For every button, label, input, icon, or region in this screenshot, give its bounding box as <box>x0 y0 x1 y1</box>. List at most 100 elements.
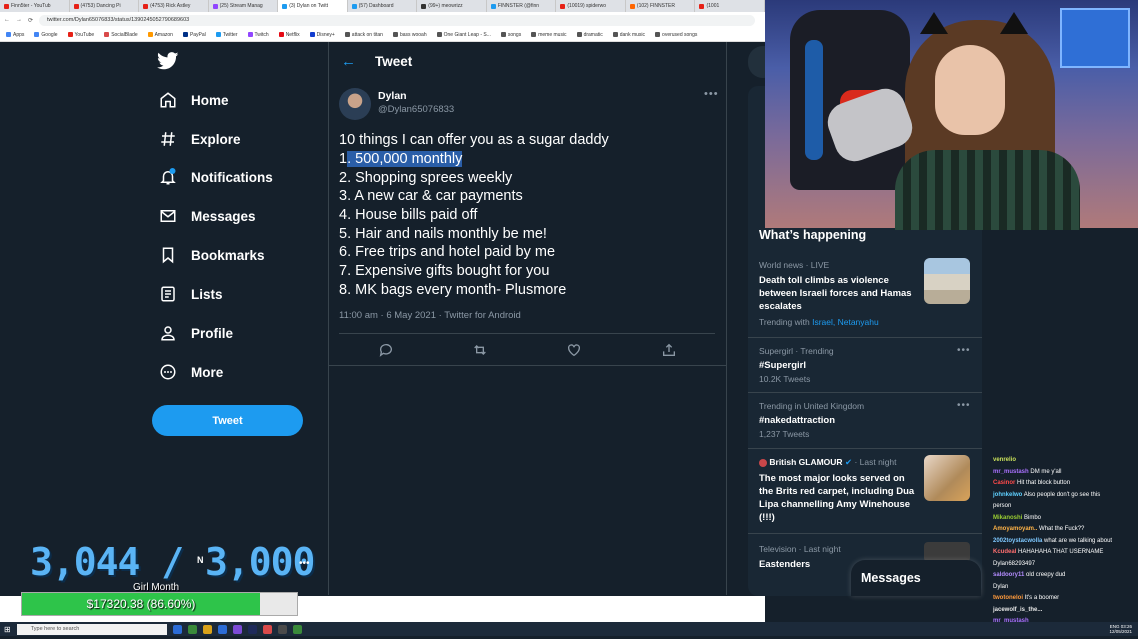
avatar[interactable] <box>339 88 371 120</box>
chat-username[interactable]: Kcudeal <box>993 549 1016 555</box>
sidebar-item-messages[interactable]: Messages <box>159 204 256 228</box>
author-name[interactable]: Dylan <box>378 90 407 102</box>
bookmark-item[interactable]: bass wooah <box>393 32 427 38</box>
sidebar-item-lists[interactable]: Lists <box>159 282 223 306</box>
retweet-icon[interactable] <box>472 342 488 358</box>
back-arrow-icon[interactable]: ← <box>4 17 10 23</box>
browser-tab[interactable]: (57) Dashboard <box>348 0 418 12</box>
twitter-bird-logo-icon[interactable] <box>157 52 179 70</box>
chat-username[interactable]: johnkelwo <box>993 492 1022 498</box>
author-handle[interactable]: @Dylan65076833 <box>378 104 454 115</box>
bookmark-item[interactable]: Apps <box>6 32 24 38</box>
chat-username[interactable]: Mikanoshi <box>993 515 1022 521</box>
chat-username[interactable]: venrelio <box>993 457 1016 463</box>
back-arrow-icon[interactable]: ← <box>341 53 357 69</box>
taskbar-app-icon[interactable] <box>263 625 272 634</box>
bookmark-item[interactable]: One Giant Leap - S... <box>437 32 491 38</box>
tab-favicon-icon <box>213 4 218 9</box>
bookmark-item[interactable]: songs <box>501 32 521 38</box>
browser-tab[interactable]: (4753) Dancing Pi <box>70 0 140 12</box>
tab-favicon-icon <box>560 4 565 9</box>
share-icon[interactable] <box>661 342 677 358</box>
taskbar-app-icon[interactable] <box>248 625 257 634</box>
taskbar-clock[interactable]: ENG 03:2612/05/2021 <box>1109 624 1132 634</box>
trend-link[interactable]: Israel, Netanyahu <box>812 317 879 327</box>
messages-drawer[interactable]: Messages <box>851 560 981 596</box>
taskbar-search-input[interactable]: Type here to search <box>17 624 167 635</box>
browser-tab[interactable]: (102) FINNSTER <box>626 0 696 12</box>
like-heart-icon[interactable] <box>566 342 582 358</box>
address-bar-row: ← → ⟳ twitter.com/Dylan65076833/status/1… <box>0 12 765 28</box>
sidebar-item-explore[interactable]: Explore <box>159 127 241 151</box>
bookmark-item[interactable]: Disney+ <box>310 32 335 38</box>
bookmark-favicon-icon <box>613 32 618 37</box>
bookmark-item[interactable]: dramatic <box>577 32 603 38</box>
chat-username[interactable]: jacewolf_is_the... <box>993 607 1042 613</box>
bookmark-item[interactable]: Amazon <box>148 32 173 38</box>
taskbar-app-icon[interactable] <box>188 625 197 634</box>
chat-username[interactable]: saldoory11 <box>993 572 1024 578</box>
bookmark-item[interactable]: Twitter <box>216 32 238 38</box>
taskbar-app-icon[interactable] <box>173 625 182 634</box>
bookmark-item[interactable]: PayPal <box>183 32 206 38</box>
bookmark-item[interactable]: dank music <box>613 32 645 38</box>
browser-tab[interactable]: (1001 <box>695 0 765 12</box>
browser-tab[interactable]: (25) Stream Manag <box>209 0 279 12</box>
trend-item[interactable]: World news · LIVE Death toll climbs as v… <box>759 260 919 327</box>
news-item[interactable]: British GLAMOUR ✔ · Last night The most … <box>759 457 919 524</box>
divider <box>339 333 715 334</box>
reply-icon[interactable] <box>378 342 394 358</box>
chat-username[interactable]: Amoyamoyam.. <box>993 526 1037 532</box>
bookmark-item[interactable]: overused songs <box>655 32 697 38</box>
chat-username[interactable]: 2002toystacwolla <box>993 538 1042 544</box>
taskbar-app-icon[interactable] <box>233 625 242 634</box>
bookmark-item[interactable]: meme music <box>531 32 566 38</box>
reload-icon[interactable]: ⟳ <box>28 17 33 24</box>
browser-tab-bar: Finn5ter - YouTub(4753) Dancing Pi(4753)… <box>0 0 765 12</box>
bookmark-item[interactable]: attack on titan <box>345 32 383 38</box>
sidebar-item-bookmarks[interactable]: Bookmarks <box>159 243 265 267</box>
tab-favicon-icon <box>421 4 426 9</box>
sidebar-item-home[interactable]: Home <box>159 88 229 112</box>
more-options-icon[interactable]: ••• <box>704 88 719 100</box>
news-thumbnail-image[interactable] <box>924 258 970 304</box>
forward-arrow-icon[interactable]: → <box>16 17 22 23</box>
tweet-line: 8. MK bags every month- Plusmore <box>339 282 566 298</box>
bookmark-item[interactable]: Google <box>34 32 57 38</box>
browser-tab[interactable]: (99+) meowrizz <box>417 0 487 12</box>
sidebar-item-more[interactable]: More <box>159 360 223 384</box>
trend-item[interactable]: Supergirl · Trending #Supergirl 10.2K Tw… <box>759 346 959 384</box>
bookmark-favicon-icon <box>501 32 506 37</box>
chat-username[interactable]: mr_mustash <box>993 469 1029 475</box>
taskbar-app-icon[interactable] <box>293 625 302 634</box>
tweet-timestamp[interactable]: 11:00 am · 6 May 2021 · Twitter for Andr… <box>339 310 521 321</box>
chat-text: old creepy dud <box>1026 572 1065 578</box>
taskbar-app-icon[interactable] <box>278 625 287 634</box>
windows-start-icon[interactable]: ⊞ <box>4 625 11 634</box>
more-options-icon[interactable]: ••• <box>957 345 971 356</box>
bookmark-item[interactable]: YouTube <box>68 32 95 38</box>
sidebar-item-profile[interactable]: Profile <box>159 321 233 345</box>
bookmark-item[interactable]: SocialBlade <box>104 32 137 38</box>
chat-username[interactable]: Casinor <box>993 480 1015 486</box>
bookmark-item[interactable]: Twitch <box>248 32 269 38</box>
trend-item[interactable]: Trending in United Kingdom #nakedattract… <box>759 401 959 439</box>
taskbar-app-icon[interactable] <box>203 625 212 634</box>
sidebar-item-notifications[interactable]: Notifications <box>159 165 273 189</box>
chat-username[interactable]: twotoneloi <box>993 595 1023 601</box>
bookmark-favicon-icon <box>183 32 188 37</box>
bell-icon <box>159 168 177 186</box>
bookmark-item[interactable]: Netflix <box>279 32 300 38</box>
browser-tab[interactable]: (10019) spiderwo <box>556 0 626 12</box>
publisher-logo-icon <box>759 459 767 467</box>
url-input[interactable]: twitter.com/Dylan65076833/status/1390245… <box>39 15 755 26</box>
browser-tab[interactable]: Finn5ter - YouTub <box>0 0 70 12</box>
taskbar-app-icon[interactable] <box>218 625 227 634</box>
tweet-line: 2. Shopping sprees weekly <box>339 170 512 186</box>
browser-tab[interactable]: (4753) Rick Astley <box>139 0 209 12</box>
more-options-icon[interactable]: ••• <box>957 400 971 411</box>
tweet-button[interactable]: Tweet <box>152 405 303 436</box>
tab-favicon-icon <box>74 4 79 9</box>
browser-tab[interactable]: FINNSTER (@finn <box>487 0 557 12</box>
browser-tab[interactable]: (3) Dylan on Twitt <box>278 0 348 12</box>
